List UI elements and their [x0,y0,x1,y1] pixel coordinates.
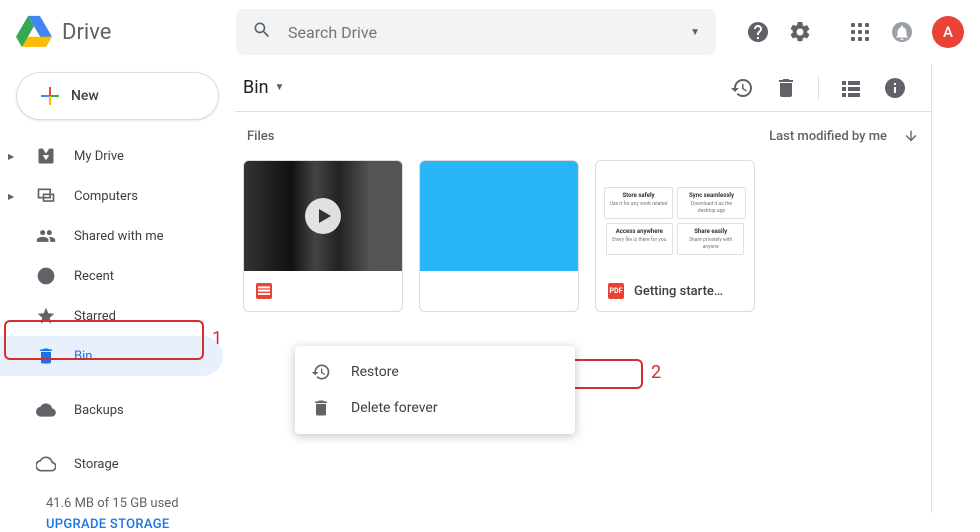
star-icon [36,306,56,326]
play-icon [305,198,341,234]
sidebar-item-starred[interactable]: Starred [0,296,235,336]
delete-forever-icon [311,398,331,418]
menu-item-delete-forever[interactable]: Delete forever [295,390,575,426]
search-input[interactable] [288,23,690,42]
delete-icon[interactable] [774,76,798,100]
sidebar: New ▶ My Drive ▶ Computers Shared with m… [0,64,235,513]
caret-right-icon: ▶ [8,192,18,201]
nav-label: Starred [74,309,116,324]
nav-label: Storage [74,457,119,472]
drive-icon [36,146,56,166]
storage-info: 41.6 MB of 15 GB used UPGRADE STORAGE [0,484,235,532]
menu-item-restore[interactable]: Restore [295,354,575,390]
search-box[interactable]: ▼ [236,9,716,55]
nav-label: Backups [74,403,124,418]
computers-icon [36,186,56,206]
sidebar-item-backups[interactable]: Backups [0,390,235,430]
cloud-icon [36,454,56,474]
video-thumbnail [244,161,402,271]
pdf-file-icon: PDF [608,283,624,299]
apps-icon[interactable] [848,20,872,44]
main-content: Bin ▼ Files Last modified by me [235,64,932,513]
nav-label: Recent [74,269,114,284]
file-card-video[interactable] [243,160,403,312]
notifications-icon[interactable] [890,20,914,44]
nav-label: Bin [74,349,92,364]
header-actions: A [746,16,964,48]
storage-text: 41.6 MB of 15 GB used [46,496,219,511]
callout-1-label: 1 [212,328,222,349]
callout-2-label: 2 [651,362,661,383]
new-button-label: New [71,88,99,104]
caret-right-icon: ▶ [8,152,18,161]
app-name: Drive [62,20,111,45]
clock-icon [36,266,56,286]
sort-label[interactable]: Last modified by me [769,129,887,144]
settings-icon[interactable] [788,20,812,44]
pdf-thumbnail: Store safelyUse it for any work related … [596,161,754,271]
location-name[interactable]: Bin [243,77,269,98]
header: Drive ▼ A [0,0,980,64]
upgrade-storage-link[interactable]: UPGRADE STORAGE [46,517,219,532]
help-icon[interactable] [746,20,770,44]
sidebar-item-computers[interactable]: ▶ Computers [0,176,235,216]
files-grid: Store safelyUse it for any work related … [243,160,923,312]
plus-icon [41,87,59,105]
restore-history-icon[interactable] [730,76,754,100]
search-icon [252,20,272,44]
info-icon[interactable] [883,76,907,100]
chevron-down-icon[interactable]: ▼ [275,82,285,93]
context-menu: Restore Delete forever [295,346,575,434]
nav-label: My Drive [74,149,124,164]
sidebar-item-recent[interactable]: Recent [0,256,235,296]
list-view-icon[interactable] [839,76,863,100]
files-heading: Files [247,129,274,144]
file-card-pdf[interactable]: Store safelyUse it for any work related … [595,160,755,312]
new-button[interactable]: New [16,72,219,120]
shared-icon [36,226,56,246]
file-card-image[interactable] [419,160,579,312]
menu-label: Restore [351,364,399,380]
bin-icon [36,346,56,366]
drive-logo-icon [16,14,52,50]
avatar[interactable]: A [932,16,964,48]
cloud-fill-icon [36,400,56,420]
file-name: Getting starte… [634,284,723,299]
logo-section[interactable]: Drive [16,14,236,50]
nav-label: Shared with me [74,229,164,244]
content-area: Files Last modified by me [235,112,931,328]
search-options-icon[interactable]: ▼ [690,27,700,38]
video-file-icon [256,283,272,299]
sidebar-item-bin[interactable]: Bin [0,336,223,376]
sidebar-item-my-drive[interactable]: ▶ My Drive [0,136,235,176]
sort-arrow-icon[interactable] [903,128,919,144]
nav-label: Computers [74,189,138,204]
restore-icon [311,362,331,382]
location-bar: Bin ▼ [235,64,931,112]
sidebar-item-storage[interactable]: Storage [0,444,235,484]
image-thumbnail [420,161,578,271]
sidebar-item-shared[interactable]: Shared with me [0,216,235,256]
menu-label: Delete forever [351,400,438,416]
